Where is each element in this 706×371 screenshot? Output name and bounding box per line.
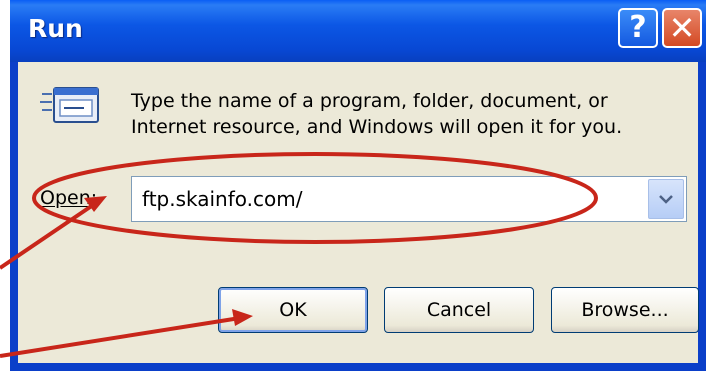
description-line-2: Internet resource, and Windows will open… bbox=[131, 116, 623, 138]
cancel-button[interactable]: Cancel bbox=[384, 287, 534, 333]
help-button[interactable]: ? bbox=[618, 8, 658, 48]
description-line-1: Type the name of a program, folder, docu… bbox=[131, 90, 608, 112]
run-icon bbox=[40, 87, 99, 123]
close-icon: ✕ bbox=[668, 9, 696, 47]
window-title: Run bbox=[28, 14, 83, 43]
close-button[interactable]: ✕ bbox=[662, 8, 702, 48]
dialog-description: Type the name of a program, folder, docu… bbox=[131, 88, 622, 140]
ok-button[interactable]: OK bbox=[218, 287, 368, 333]
help-icon: ? bbox=[629, 10, 647, 45]
open-label: Open: bbox=[40, 187, 98, 209]
chevron-down-icon bbox=[659, 195, 673, 204]
open-combobox[interactable]: ftp.skainfo.com/ bbox=[131, 176, 687, 222]
title-bar[interactable]: Run ? ✕ bbox=[10, 0, 706, 62]
browse-button[interactable]: Browse... bbox=[551, 287, 699, 333]
run-dialog: Run ? ✕ Type the name of a program, fold… bbox=[10, 0, 706, 371]
dialog-body: Type the name of a program, folder, docu… bbox=[18, 62, 699, 363]
open-input[interactable]: ftp.skainfo.com/ bbox=[142, 187, 302, 211]
dropdown-button[interactable] bbox=[648, 179, 684, 219]
